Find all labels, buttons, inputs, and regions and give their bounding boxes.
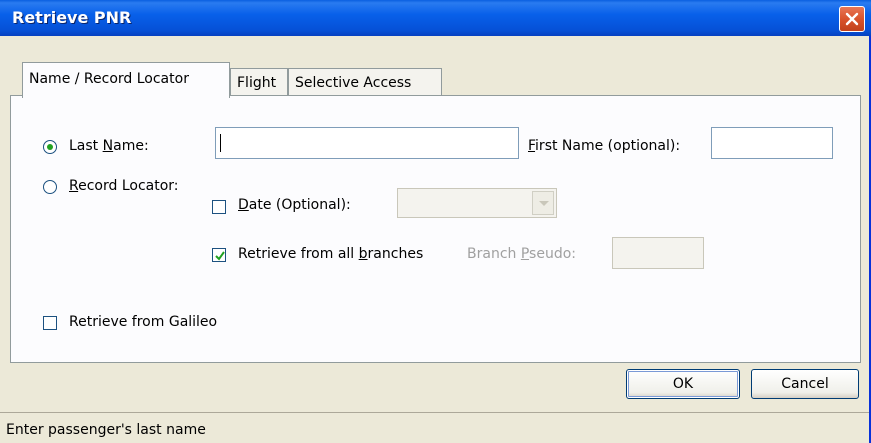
branch-pseudo-label: Branch Pseudo: <box>467 246 576 262</box>
retrieve-all-branches-mnemonic: b <box>358 246 368 262</box>
first-name-input[interactable] <box>711 127 833 159</box>
tab-name-record-locator[interactable]: Name / Record Locator <box>22 62 230 98</box>
branch-pseudo-label-part: Branch <box>467 246 521 262</box>
retrieve-all-branches-label-part: Retrieve from all <box>238 246 359 262</box>
record-locator-label-rest: ecord Locator: <box>78 178 179 194</box>
first-name-label-rest: irst Name (optional): <box>535 138 681 154</box>
text-caret <box>220 134 221 152</box>
last-name-label-rest: ame: <box>113 138 149 154</box>
first-name-label: First Name (optional): <box>528 138 680 154</box>
tab-selective-access[interactable]: Selective Access <box>288 68 442 98</box>
branch-pseudo-mnemonic: P <box>520 246 530 262</box>
tab-panel: Last Name: First Name (optional): Record… <box>10 95 861 363</box>
window-title: Retrieve PNR <box>12 8 132 27</box>
retrieve-galileo-checkbox[interactable] <box>43 316 57 330</box>
status-text: Enter passenger's last name <box>6 422 206 438</box>
record-locator-label: Record Locator: <box>69 178 179 194</box>
status-bar: Enter passenger's last name <box>0 412 869 443</box>
branch-pseudo-input[interactable] <box>612 237 704 269</box>
ok-button[interactable]: OK <box>626 369 740 399</box>
last-name-input[interactable] <box>215 127 519 159</box>
retrieve-all-branches-label: Retrieve from all branches <box>238 246 423 262</box>
retrieve-all-branches-checkbox[interactable] <box>212 248 226 262</box>
date-label: Date (Optional): <box>238 197 351 213</box>
title-bar[interactable]: Retrieve PNR <box>0 0 871 36</box>
last-name-label: Last Name: <box>69 138 149 154</box>
date-label-rest: ate (Optional): <box>248 197 351 213</box>
retrieve-pnr-dialog: Retrieve PNR Name / Record Locator Fligh… <box>0 0 871 443</box>
date-label-mnemonic: D <box>238 197 249 213</box>
checkmark-icon <box>215 251 225 261</box>
record-locator-radio[interactable] <box>43 180 57 194</box>
retrieve-all-branches-label-rest: ranches <box>367 246 424 262</box>
record-locator-label-mnemonic: R <box>69 178 79 194</box>
last-name-label-part: Last <box>69 138 103 154</box>
branch-pseudo-label-rest: seudo: <box>529 246 576 262</box>
close-icon <box>845 12 859 26</box>
tab-flight[interactable]: Flight <box>230 68 288 98</box>
chevron-down-icon[interactable] <box>532 191 554 215</box>
close-button[interactable] <box>839 6 865 32</box>
first-name-label-mnemonic: F <box>528 138 536 154</box>
last-name-label-mnemonic: N <box>102 138 114 154</box>
date-checkbox[interactable] <box>212 200 226 214</box>
cancel-button[interactable]: Cancel <box>751 369 859 399</box>
retrieve-galileo-label: Retrieve from Galileo <box>69 314 218 330</box>
last-name-radio[interactable] <box>43 140 57 154</box>
date-select[interactable] <box>397 188 557 218</box>
